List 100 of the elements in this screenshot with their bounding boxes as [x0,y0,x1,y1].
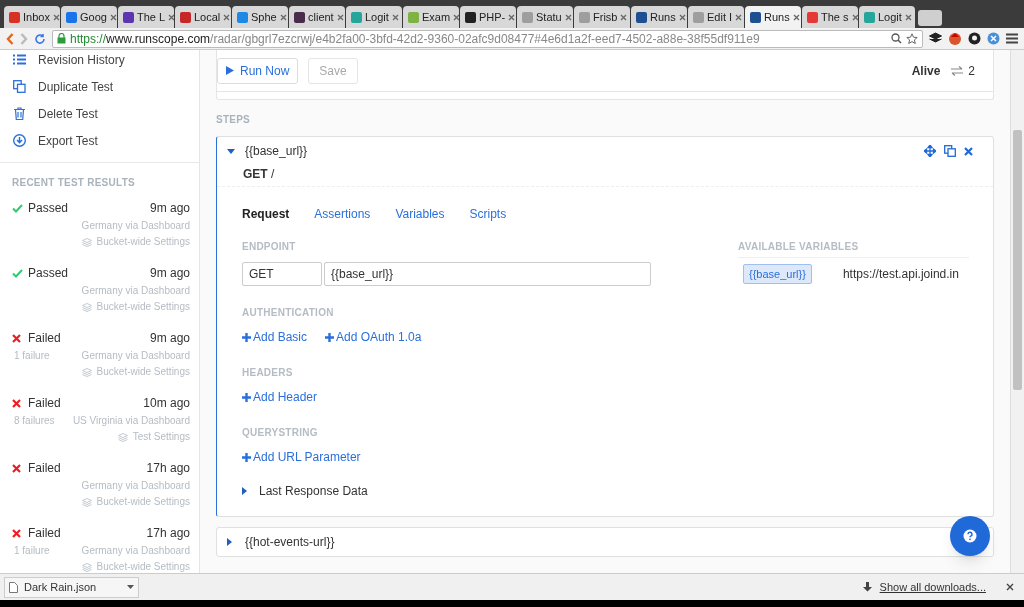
browser-tab[interactable]: Statu [517,6,573,28]
layers-icon[interactable] [929,32,942,45]
browser-tab[interactable]: Goog [61,6,117,28]
section-heading: AUTHENTICATION [242,306,335,319]
close-icon[interactable] [904,13,912,21]
check-icon [12,203,23,213]
browser-tab[interactable]: Logit [859,6,915,28]
close-icon[interactable] [851,13,858,21]
reload-icon[interactable] [34,32,46,45]
result-time: 9m ago [149,331,190,345]
failure-count: 1 failure [14,349,50,363]
add-link[interactable]: Add OAuth 1.0a [325,328,422,346]
result-item[interactable]: Passed 9m ago Germany via Dashboard Bucket-wide Settings [0,261,199,326]
browser-tab[interactable]: The s [802,6,858,28]
status-text: Alive [911,62,941,80]
caret-icon[interactable] [227,148,235,154]
last-response-toggle[interactable]: Last Response Data [242,482,368,500]
run-now-button[interactable]: Run Now [217,57,299,84]
star-icon[interactable] [906,32,918,45]
failure-count: 8 failures [14,414,55,428]
close-icon[interactable] [508,13,516,21]
browser-tab[interactable]: Runs [745,6,801,28]
result-item[interactable]: Failed 10m ago 8 failures US Virginia via Dashboard Test Settings [0,391,199,456]
close-icon[interactable] [279,13,287,21]
step-tab[interactable]: Variables [395,205,445,223]
step-tab[interactable]: Assertions [314,205,371,223]
close-icon[interactable] [453,13,459,21]
method-field[interactable]: GET [242,262,322,286]
caret-icon[interactable] [127,585,134,589]
list-icon [12,54,26,65]
move-icon[interactable] [924,145,936,157]
address-field[interactable]: https://www.runscope.com/radar/gbgrl7ezcrwj/e4b2fa00-3bfd-42d2-9360-02afc9d08477#4e6d1a2f-eed7-4502-a88e-38f55df911e9 [52,29,923,48]
section-heading: QUERYSTRING [242,426,319,439]
browser-tab[interactable]: Logit [346,6,402,28]
result-location: Germany via Dashboard [81,219,190,233]
menu-icon[interactable] [1006,33,1018,44]
result-settings: Bucket-wide Settings [96,495,190,509]
add-link[interactable]: Add URL Parameter [242,448,361,466]
sidebar-action[interactable]: Export Test [0,127,199,154]
result-settings: Bucket-wide Settings [96,300,190,314]
sidebar-action[interactable]: Duplicate Test [0,73,199,100]
layers-icon [81,367,92,377]
scrollbar[interactable] [1010,50,1024,573]
add-link[interactable]: Add Header [242,388,318,406]
result-item[interactable]: Failed 17h ago Germany via Dashboard Bucket-wide Settings [0,456,199,521]
result-status: Failed [28,526,61,540]
close-icon[interactable] [336,13,344,21]
step-tab[interactable]: Scripts [469,205,507,223]
layers-icon [81,302,92,312]
url-field[interactable]: {{base_url}} [324,262,651,286]
result-time: 9m ago [149,266,190,280]
close-icon[interactable] [1006,583,1014,591]
extension-icon[interactable] [987,32,1000,45]
close-icon[interactable] [564,13,572,21]
close-icon[interactable] [391,13,399,21]
browser-tab[interactable]: client [289,6,345,28]
browser-tab[interactable]: The L [118,6,174,28]
section-heading: RECENT TEST RESULTS [11,176,136,190]
browser-tab[interactable]: Exam [403,6,459,28]
close-icon[interactable] [168,13,174,21]
file-icon [9,581,18,593]
close-icon[interactable] [678,13,686,21]
plus-icon [242,392,251,402]
copy-icon[interactable] [944,145,956,157]
swap-icon [950,65,965,76]
close-icon[interactable] [620,13,628,21]
browser-tab[interactable]: PHP- [460,6,516,28]
count-text: 2 [968,62,975,80]
close-icon[interactable] [735,13,743,21]
step-name: {{base_url}} [245,143,308,160]
result-location: US Virginia via Dashboard [72,414,190,428]
add-link[interactable]: Add Basic [242,328,308,346]
extension-icon[interactable] [948,31,962,46]
close-icon[interactable] [964,146,973,156]
section-heading: STEPS [216,113,252,127]
sidebar-action[interactable]: Revision History [0,50,199,73]
close-icon[interactable] [223,13,231,21]
browser-tab[interactable]: Runs [631,6,687,28]
browser-tab[interactable]: Frisb [574,6,630,28]
close-icon[interactable] [52,13,60,21]
layers-icon [81,237,92,247]
download-item[interactable]: Dark Rain.json [4,576,139,598]
result-item[interactable]: Failed 9m ago 1 failure Germany via Dashboard Bucket-wide Settings [0,326,199,391]
browser-tab[interactable]: Inbox [4,6,60,28]
close-icon[interactable] [792,13,800,21]
caret-icon[interactable] [227,538,232,546]
download-icon [862,582,872,592]
step-name: {{hot-events-url}} [245,534,335,551]
back-icon[interactable] [6,32,14,45]
step-tab[interactable]: Request [242,205,290,223]
close-icon[interactable] [109,13,117,21]
variable-tag[interactable]: {{base_url}} [743,263,812,285]
browser-tab[interactable]: Sphe [232,6,288,28]
zoom-icon[interactable] [891,33,902,44]
browser-tab[interactable]: Edit I [688,6,744,28]
sidebar-action[interactable]: Delete Test [0,100,199,127]
show-all-downloads-link[interactable]: Show all downloads... [879,578,986,596]
result-item[interactable]: Failed 17h ago 1 failure Germany via Dashboard Bucket-wide Settings [0,521,199,573]
result-item[interactable]: Passed 9m ago Germany via Dashboard Bucket-wide Settings [0,196,199,261]
browser-tab[interactable]: Local [175,6,231,28]
